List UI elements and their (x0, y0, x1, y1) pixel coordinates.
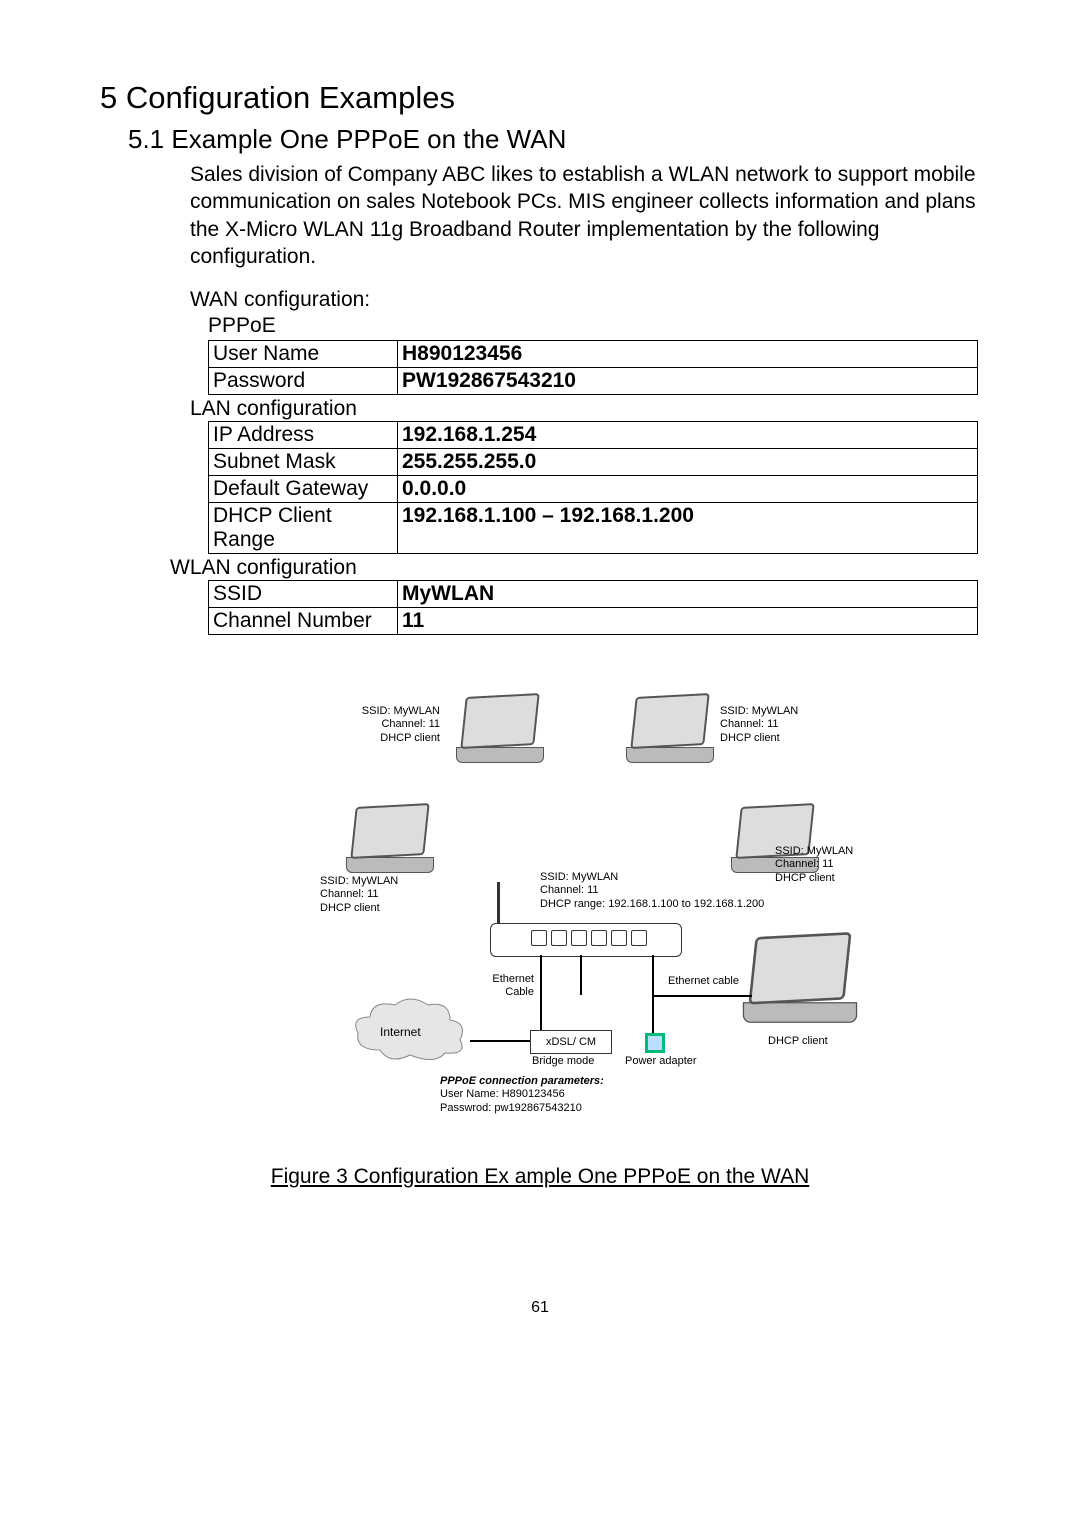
pppoe-label: PPPoE (208, 314, 980, 338)
table-row: SSIDMyWLAN (209, 581, 978, 608)
table-row: Default Gateway0.0.0.0 (209, 476, 978, 503)
ethernet-label: Ethernet cable (668, 975, 739, 988)
wlan-config-table: SSIDMyWLAN Channel Number11 (208, 580, 978, 635)
table-row: DHCP Client Range192.168.1.100 – 192.168… (209, 503, 978, 554)
wan-config-label: WAN configuration: (190, 288, 980, 312)
client-caption: SSID: MyWLANChannel: 11DHCP client (775, 845, 853, 885)
laptop-icon (735, 935, 865, 1026)
dhcp-client-label: DHCP client (768, 1035, 828, 1048)
pppoe-username: User Name: H890123456 (440, 1088, 604, 1101)
router-icon (490, 923, 682, 957)
chapter-heading: 5 Configuration Examples (100, 80, 980, 116)
connection-line (652, 955, 654, 1033)
bridge-mode-label: Bridge mode (532, 1055, 594, 1068)
client-caption: SSID: MyWLANChannel: 11DHCP client (320, 875, 398, 915)
cell-val: 0.0.0.0 (398, 476, 978, 503)
network-diagram: SSID: MyWLANChannel: 11DHCP client SSID:… (220, 695, 860, 1145)
cell-val: 192.168.1.100 – 192.168.1.200 (398, 503, 978, 554)
router-caption: SSID: MyWLANChannel: 11DHCP range: 192.1… (540, 871, 764, 911)
figure-caption: Figure 3 Configuration Ex ample One PPPo… (100, 1165, 980, 1189)
cell-key: DHCP Client Range (209, 503, 398, 554)
laptop-icon (620, 695, 720, 765)
table-row: Channel Number11 (209, 608, 978, 635)
cell-val: MyWLAN (398, 581, 978, 608)
cell-key: Channel Number (209, 608, 398, 635)
power-label: Power adapter (625, 1055, 697, 1068)
table-row: PasswordPW192867543210 (209, 368, 978, 395)
pppoe-parameters-note: PPPoE connection parameters: User Name: … (440, 1075, 604, 1115)
cell-key: Default Gateway (209, 476, 398, 503)
cell-key: User Name (209, 341, 398, 368)
client-caption: SSID: MyWLANChannel: 11DHCP client (720, 705, 798, 745)
laptop-icon (340, 805, 440, 875)
page-number: 61 (100, 1299, 980, 1317)
connection-line (580, 955, 582, 995)
laptop-icon (450, 695, 550, 765)
table-row: Subnet Mask255.255.255.0 (209, 449, 978, 476)
wlan-config-label: WLAN configuration (170, 556, 980, 580)
pppoe-title: PPPoE connection parameters: (440, 1075, 604, 1088)
connection-line (540, 955, 542, 1030)
intro-paragraph: Sales division of Company ABC likes to e… (190, 161, 980, 270)
ethernet-label: EthernetCable (482, 973, 534, 999)
cell-val: 255.255.255.0 (398, 449, 978, 476)
internet-label: Internet (380, 1025, 421, 1039)
connection-line (470, 1040, 530, 1042)
lan-config-label: LAN configuration (190, 397, 980, 421)
cell-val: 11 (398, 608, 978, 635)
power-adapter-icon (645, 1033, 665, 1053)
client-caption: SSID: MyWLANChannel: 11DHCP client (340, 705, 440, 745)
cell-key: SSID (209, 581, 398, 608)
section-heading: 5.1 Example One PPPoE on the WAN (128, 124, 980, 155)
cell-val: H890123456 (398, 341, 978, 368)
table-row: IP Address192.168.1.254 (209, 422, 978, 449)
wan-config-table: User NameH890123456 PasswordPW1928675432… (208, 340, 978, 395)
table-row: User NameH890123456 (209, 341, 978, 368)
lan-config-table: IP Address192.168.1.254 Subnet Mask255.2… (208, 421, 978, 554)
cell-key: Subnet Mask (209, 449, 398, 476)
connection-line (652, 995, 752, 997)
cell-val: PW192867543210 (398, 368, 978, 395)
cell-key: IP Address (209, 422, 398, 449)
cell-val: 192.168.1.254 (398, 422, 978, 449)
cell-key: Password (209, 368, 398, 395)
pppoe-password: Passwrod: pw192867543210 (440, 1102, 604, 1115)
xdsl-modem-icon: xDSL/ CM (530, 1030, 612, 1054)
